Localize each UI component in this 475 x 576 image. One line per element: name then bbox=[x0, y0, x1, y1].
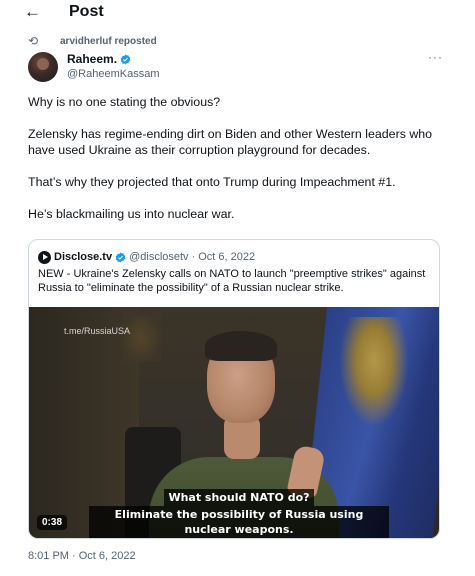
tweet-paragraph: Why is no one stating the obvious? bbox=[28, 95, 221, 109]
avatar[interactable] bbox=[28, 52, 58, 82]
video-subtitles: What should NATO do? Eliminate the possi… bbox=[89, 489, 389, 538]
separator-dot: · bbox=[191, 251, 196, 263]
verified-badge-icon bbox=[120, 54, 131, 64]
author-name[interactable]: Raheem. bbox=[67, 52, 117, 66]
wall-emblem bbox=[121, 313, 161, 363]
disclose-logo-icon bbox=[38, 250, 51, 264]
top-bar: ← Post bbox=[0, 0, 475, 26]
video-player[interactable]: t.me/RussiaUSA What should NATO do? Elim… bbox=[29, 307, 439, 538]
subtitle-line: What should NATO do? bbox=[164, 489, 314, 506]
repost-icon: ⟲ bbox=[28, 34, 39, 48]
post-timestamp[interactable]: 8:01 PM · Oct 6, 2022 bbox=[28, 550, 136, 562]
video-watermark: t.me/RussiaUSA bbox=[64, 326, 131, 336]
tweet-paragraph: He’s blackmailing us into nuclear war. bbox=[28, 207, 235, 221]
tweet-paragraph: That’s why they projected that onto Trum… bbox=[28, 175, 396, 189]
tweet-paragraph: Zelensky has regime-ending dirt on Biden… bbox=[28, 127, 433, 157]
tweet-text: Why is no one stating the obvious? Zelen… bbox=[28, 94, 440, 238]
author-name-row[interactable]: Raheem. bbox=[67, 52, 131, 66]
verified-badge-icon bbox=[115, 252, 126, 262]
quote-header: Disclose.tv @disclosetv · Oct 6, 2022 bbox=[38, 249, 255, 265]
quote-date[interactable]: Oct 6, 2022 bbox=[198, 251, 255, 263]
quote-author-handle[interactable]: @disclosetv bbox=[129, 251, 188, 263]
repost-text[interactable]: arvidherluf reposted bbox=[60, 36, 157, 47]
quoted-tweet-card[interactable]: Disclose.tv @disclosetv · Oct 6, 2022 NE… bbox=[28, 239, 440, 539]
person-hair bbox=[205, 331, 277, 361]
video-duration-badge: 0:38 bbox=[37, 515, 68, 530]
quote-author-name[interactable]: Disclose.tv bbox=[54, 251, 112, 263]
flag-trident bbox=[339, 317, 409, 427]
quote-text: NEW - Ukraine's Zelensky calls on NATO t… bbox=[38, 268, 426, 294]
subtitle-line: Eliminate the possibility of Russia usin… bbox=[89, 506, 389, 538]
back-arrow-icon[interactable]: ← bbox=[24, 2, 41, 22]
repost-indicator: ⟲ arvidherluf reposted bbox=[28, 34, 157, 48]
page-title: Post bbox=[69, 3, 104, 20]
author-handle[interactable]: @RaheemKassam bbox=[67, 67, 159, 81]
more-options-icon[interactable]: ··· bbox=[428, 50, 443, 64]
